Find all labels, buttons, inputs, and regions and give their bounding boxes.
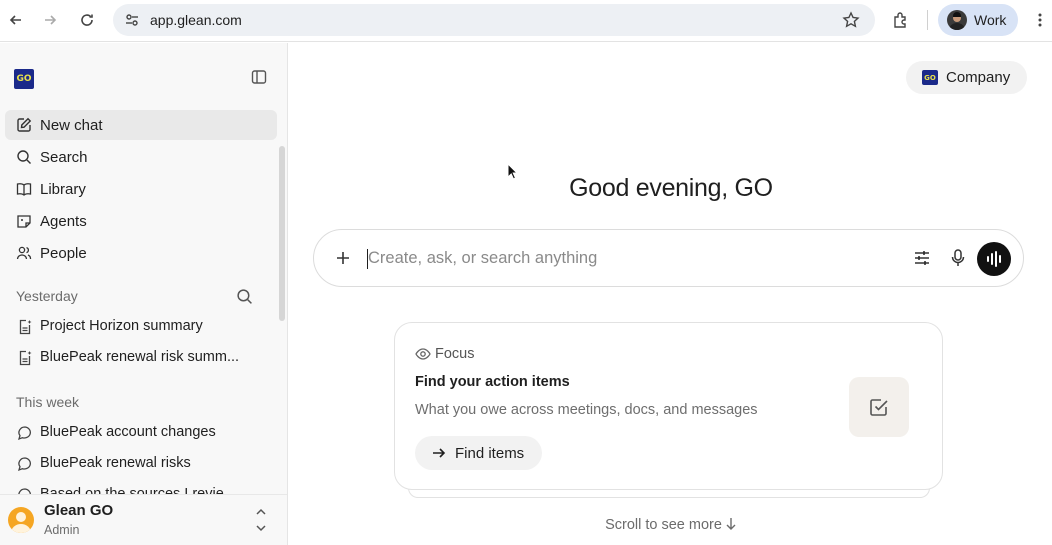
glean-logo[interactable]: GO xyxy=(14,69,34,89)
scroll-hint[interactable]: Scroll to see more xyxy=(290,517,1052,533)
history-search-icon[interactable] xyxy=(236,288,253,305)
browser-menu-icon[interactable] xyxy=(1028,8,1052,32)
history-item[interactable]: BluePeak renewal risks xyxy=(5,450,277,478)
extensions-icon[interactable] xyxy=(889,8,913,32)
section-label-this-week: This week xyxy=(16,394,80,410)
sidebar-item-new-chat[interactable]: New chat xyxy=(5,110,277,140)
find-items-label: Find items xyxy=(455,445,525,462)
sidebar-item-library[interactable]: Library xyxy=(5,174,277,204)
toolbar-divider xyxy=(927,10,928,30)
sidebar-item-search[interactable]: Search xyxy=(5,142,277,172)
people-icon xyxy=(16,245,32,261)
history-item-label: BluePeak renewal risk summ... xyxy=(40,349,240,365)
user-role: Admin xyxy=(44,523,80,537)
chat-bubble-icon xyxy=(17,425,33,441)
back-icon[interactable] xyxy=(4,8,28,32)
document-sparkle-icon xyxy=(17,350,33,366)
history-item-label: Based on the sources I revie... xyxy=(40,486,236,494)
history-item[interactable]: BluePeak account changes xyxy=(5,419,277,447)
profile-button[interactable]: Work xyxy=(938,4,1018,36)
profile-avatar xyxy=(947,10,967,30)
address-bar[interactable]: app.glean.com xyxy=(113,4,875,36)
find-items-button[interactable]: Find items xyxy=(415,436,542,470)
history-item-label: BluePeak renewal risks xyxy=(40,455,191,471)
focus-card: Focus Find your action items What you ow… xyxy=(394,322,943,490)
history-item-label: Project Horizon summary xyxy=(40,318,203,334)
arrow-right-icon xyxy=(431,445,447,461)
sidebar-item-agents[interactable]: Agents xyxy=(5,206,277,236)
search-icon xyxy=(16,149,32,165)
chat-bubble-icon xyxy=(17,487,33,494)
user-name: Glean GO xyxy=(44,502,114,519)
company-logo-icon: GO xyxy=(922,70,938,85)
sidebar-item-label: Agents xyxy=(40,213,87,230)
document-sparkle-icon xyxy=(17,319,33,335)
agent-icon xyxy=(16,213,32,229)
history-item-label: BluePeak account changes xyxy=(40,424,216,440)
history-item[interactable]: BluePeak renewal risk summ... xyxy=(5,344,277,372)
voice-mode-button[interactable] xyxy=(977,242,1011,276)
sidebar-scrollbar[interactable] xyxy=(279,146,285,321)
avatar xyxy=(8,507,34,533)
scroll-hint-label: Scroll to see more xyxy=(605,517,722,533)
url-text[interactable]: app.glean.com xyxy=(150,12,242,28)
chat-composer[interactable] xyxy=(313,229,1024,287)
eye-icon xyxy=(415,347,431,361)
forward-icon[interactable] xyxy=(38,8,62,32)
reload-icon[interactable] xyxy=(75,8,99,32)
chat-bubble-icon xyxy=(17,456,33,472)
history-item[interactable]: Based on the sources I revie... xyxy=(5,481,277,494)
user-menu[interactable]: Glean GO Admin xyxy=(0,494,287,545)
profile-label: Work xyxy=(974,12,1007,28)
chevron-up-down-icon[interactable] xyxy=(254,505,268,535)
composer-input[interactable] xyxy=(368,246,888,270)
card-description: What you owe across meetings, docs, and … xyxy=(415,402,758,418)
audio-waveform-icon xyxy=(987,251,1001,267)
checkbox-tile xyxy=(849,377,909,437)
card-title: Find your action items xyxy=(415,374,570,390)
sidebar-item-people[interactable]: People xyxy=(5,238,277,268)
browser-toolbar: app.glean.com Work xyxy=(0,0,1052,42)
site-info-icon[interactable] xyxy=(121,9,143,31)
add-attachment-icon[interactable] xyxy=(334,249,352,267)
edit-icon xyxy=(16,117,32,133)
history-item[interactable]: Project Horizon summary xyxy=(5,313,277,341)
company-button[interactable]: GO Company xyxy=(906,61,1027,94)
greeting-heading: Good evening, GO xyxy=(569,174,773,202)
sidebar-item-label: New chat xyxy=(40,117,103,134)
section-label-yesterday: Yesterday xyxy=(16,288,78,304)
company-label: Company xyxy=(946,69,1011,86)
sidebar: GO New chat Search Library Agents People… xyxy=(0,43,288,545)
bookmark-star-icon[interactable] xyxy=(841,10,861,30)
sidebar-toggle-icon[interactable] xyxy=(251,69,269,85)
arrow-down-icon xyxy=(726,518,736,530)
sidebar-item-label: People xyxy=(40,245,87,262)
sidebar-item-label: Search xyxy=(40,149,88,166)
check-square-icon xyxy=(870,399,888,416)
sidebar-item-label: Library xyxy=(40,181,86,198)
card-tag: Focus xyxy=(435,346,475,362)
microphone-icon[interactable] xyxy=(950,248,966,268)
settings-sliders-icon[interactable] xyxy=(913,249,931,267)
book-icon xyxy=(16,181,32,197)
